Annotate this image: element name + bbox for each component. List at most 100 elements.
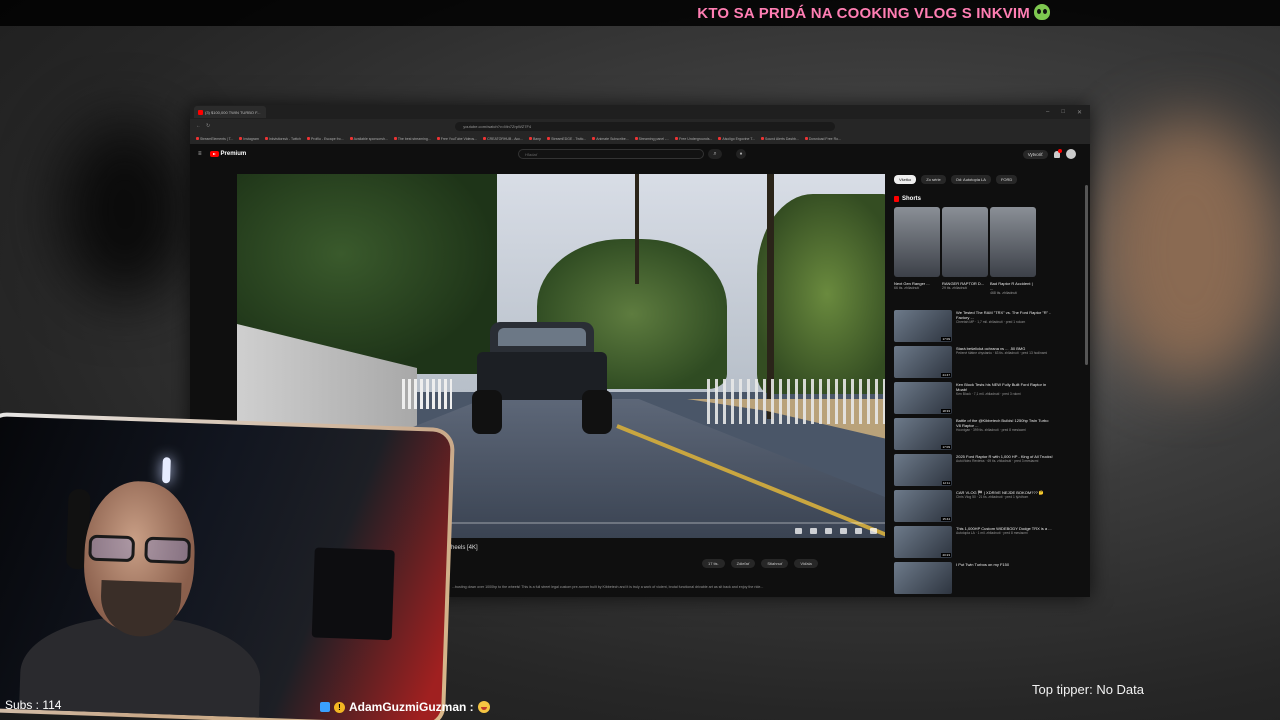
bookmark-favicon-icon [239,137,243,140]
top-banner-strip [0,0,1280,26]
short-card[interactable]: Bad Raptor R Accident | ... 468 tis. zhli… [990,207,1036,296]
webcam-feed [0,416,451,720]
bookmark-favicon-icon [718,137,722,140]
bookmark-item[interactable]: Banp [528,137,541,141]
bookmark-item[interactable]: Sound Alerts Dashb... [761,137,799,141]
glasses-lens [88,534,136,563]
youtube-logo[interactable]: Premium [209,151,247,157]
list-item[interactable]: 18:33 Ken Block Tests his NEW Fully Built… [894,381,1054,418]
bookmarks-bar: StreamElements | T... Instagram Inkvisitor… [190,133,1090,144]
short-card[interactable]: Next Gen Ranger ... 66 tis. zhliadnutí [894,207,940,296]
share-button[interactable]: Zdieľať [730,559,756,568]
bookmark-item[interactable]: Streaming panel -... [634,137,669,141]
back-icon[interactable]: ← [196,123,201,129]
save-button[interactable]: Viďala [794,559,818,568]
bookmark-item[interactable]: Free Undergrounds... [675,137,712,141]
list-item[interactable]: I Put Twin Turbos on my F150 [894,561,1054,598]
subtitles-icon[interactable] [810,528,817,534]
video-title: CAR VLOG 🏁 | XDRIVE NEJDE BOKOM??? 🤔 [956,489,1044,495]
bookmark-label: Free Undergrounds... [679,136,713,141]
menu-icon[interactable]: ≡ [198,151,202,157]
maximize-icon[interactable]: □ [1061,109,1065,116]
webcam-frame [0,411,456,720]
bookmark-item[interactable]: Inkvisitorsvk - Twitch [264,136,301,141]
avatar[interactable] [1066,149,1076,159]
video-info: CAR VLOG 🏁 | XDRIVE NEJDE BOKOM??? 🤔 Chri… [956,490,1044,526]
bookmark-item[interactable]: Profilu - Escape fro... [306,137,344,141]
bookmark-item[interactable]: The best streaming... [393,137,431,141]
bookmark-label: Sound Alerts Dashb... [765,136,799,141]
filter-chip[interactable]: FORD [995,175,1018,184]
settings-gear-icon[interactable] [825,528,832,534]
video-meta: Ken Block · 7,1 mil. zhliadnutí · pred 3… [956,391,1021,396]
video-title: This 1,000HP Custom WIDEBODY Dodge TRX i… [956,525,1052,531]
close-icon[interactable]: ✕ [1077,109,1082,116]
bookmark-label: Inkvisitorsvk - Twitch [268,136,301,141]
like-button[interactable]: 17 tis. [702,559,725,568]
bookmark-favicon-icon [592,137,596,140]
miniplayer-icon[interactable] [840,528,847,534]
video-duration: 17:09 [941,336,951,341]
bookmark-item[interactable]: Free YouTube Videos... [436,137,477,141]
list-item[interactable]: 17:09 We Tested The RAM "TRX" vs. The For… [894,309,1054,346]
list-item[interactable]: 12:11 2025 Ford Raptor R with 1,000 HP - … [894,453,1054,490]
bookmark-label: StreamElements | T... [200,136,234,141]
video-duration: 12:11 [941,480,951,485]
filter-chip[interactable]: Zo série [921,175,946,184]
theater-mode-icon[interactable] [855,528,862,534]
video-title: We Tested The RAM "TRX" vs. The Ford Rap… [956,309,1051,320]
sidebar-scrollbar[interactable] [1085,185,1088,365]
fullscreen-icon[interactable] [870,528,877,534]
filter-chip[interactable]: Všetko [894,175,917,184]
bookmark-item[interactable]: Download Free Ro... [804,137,841,141]
short-views: 66 tis. zhliadnutí [894,286,920,290]
bookmark-label: Animate Subscribe... [596,136,629,141]
video-meta: AutoVideo Reviews · 69 tis. zhliadnutí ·… [956,458,1039,463]
bookmark-item[interactable]: CREATORHUB - Acc... [483,137,523,141]
streamer-glasses [84,534,197,566]
blurred-background-shape [1100,120,1280,380]
video-info: I Put Twin Turbos on my F150 [956,562,1009,598]
video-duration: 24:47 [941,372,951,377]
window-controls: – □ ✕ [1046,109,1090,116]
autoplay-toggle-icon[interactable] [795,528,802,534]
reload-icon[interactable]: ↻ [206,123,210,129]
minimize-icon[interactable]: – [1046,109,1049,116]
filter-chips: Všetko Zo série Od: Autotopia LA FORD [894,175,1054,184]
bookmark-item[interactable]: StreamElements | T... [196,137,233,141]
top-tipper: Top tipper: No Data [1032,682,1145,697]
youtube-favicon-icon [198,109,203,115]
video-thumbnail: 18:33 [894,381,952,414]
video-meta: Cheetah MP · 1,7 mil. zhliadnutí · pred … [956,319,1026,324]
microphone-icon[interactable]: ● [736,149,746,159]
browser-tab[interactable]: (3) $100,000 TWIN TURBO F... [194,106,266,118]
list-item[interactable]: 24:47 Stará bešelická ochrana vs ... .50 … [894,345,1054,382]
url-field[interactable]: youtube.com/watch?v=Mn7ZrpWZ7F4 [455,121,836,131]
list-item[interactable]: 15:44 CAR VLOG 🏁 | XDRIVE NEJDE BOKOM??? … [894,489,1054,526]
notification-dot [1058,148,1062,153]
video-fence [402,379,452,409]
tab-bar: (3) $100,000 TWIN TURBO F... – □ ✕ [190,105,1090,119]
bookmark-item[interactable]: Available sponsorsh... [349,137,388,141]
bookmark-favicon-icon [804,137,808,140]
video-truck [472,322,612,434]
search-icon[interactable]: ⌕ [708,149,722,159]
video-title: I Put Twin Turbos on my F150 [956,561,1010,567]
utility-pole [635,174,639,284]
list-item[interactable]: 20:23 This 1,000HP Custom WIDEBODY Dodge … [894,525,1054,562]
bookmark-item[interactable]: StreamEDGE - Twitc... [547,137,586,141]
create-button[interactable]: Vytvoriť [1022,149,1048,159]
video-info: 2025 Ford Raptor R with 1,000 HP - King … [956,454,1053,490]
download-button[interactable]: Stiahnuť [761,559,789,568]
recommendations-list: 17:09 We Tested The RAM "TRX" vs. The For… [894,309,1054,598]
short-card[interactable]: RANGER RAPTOR D... 29 tis. zhliadnutí [942,207,988,296]
bookmark-item[interactable]: Animate Subscribe... [592,136,629,141]
list-item[interactable]: 17:09 Battle of the @Kibbetech Builds! 12… [894,417,1054,454]
bookmark-item[interactable]: Alsoligo Ergovine T... [718,137,755,141]
search-input[interactable]: Hľadať [518,149,704,159]
bookmark-item[interactable]: Instagram [239,137,259,141]
video-description[interactable]: ...busting down over 1000hp to the wheel… [452,585,892,589]
logo-text: Premium [220,151,247,157]
notifications-bell-icon[interactable] [1054,148,1062,158]
filter-chip[interactable]: Od: Autotopia LA [950,175,991,184]
